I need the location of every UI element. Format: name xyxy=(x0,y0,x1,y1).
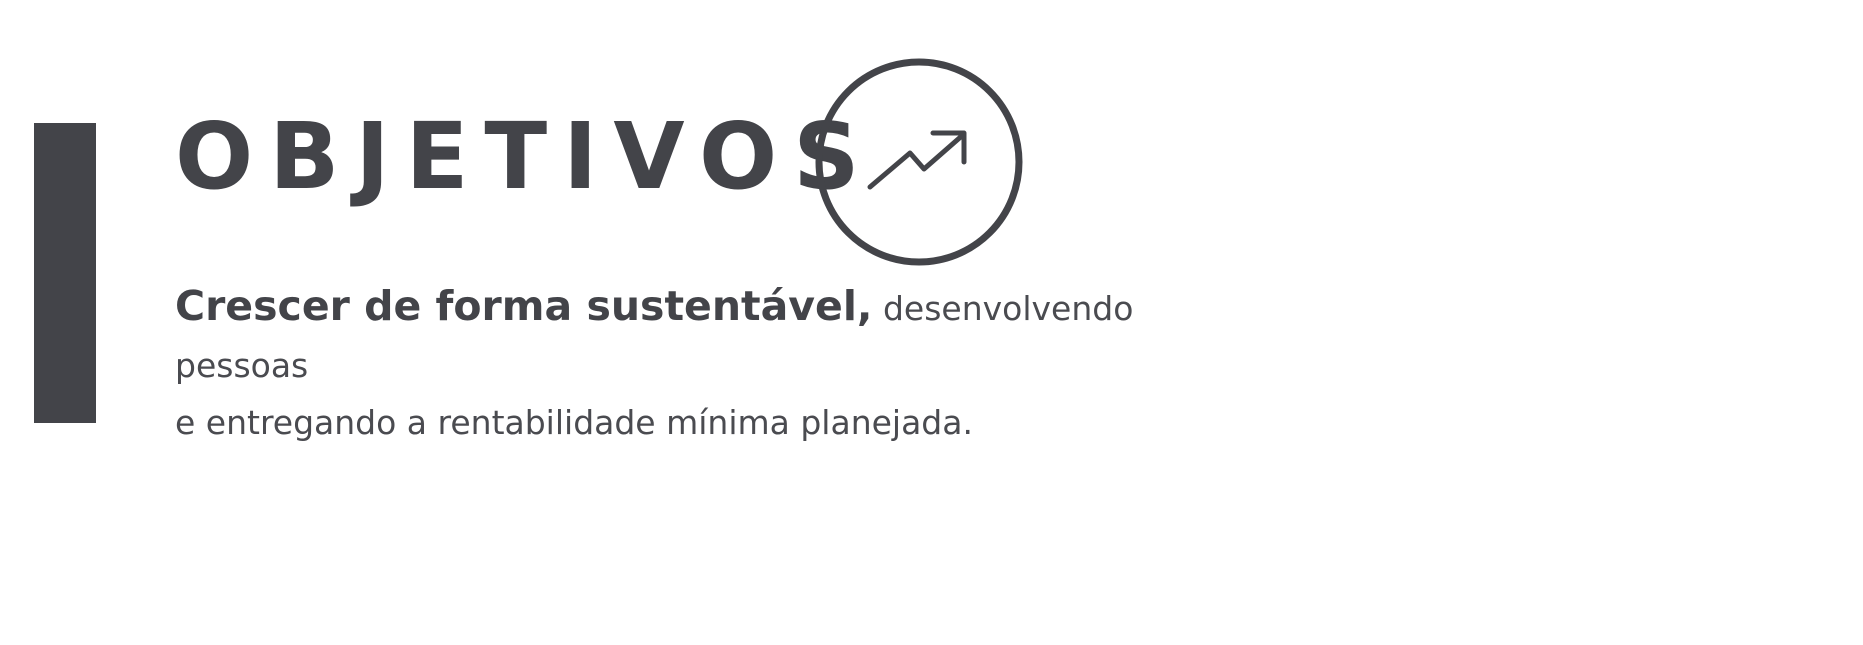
description-line2: e entregando a rentabilidade mínima plan… xyxy=(175,403,973,442)
description-lead: Crescer de forma sustentável, xyxy=(175,282,873,330)
trending-up-icon xyxy=(814,57,1024,267)
page-title: OBJETIVOS xyxy=(175,103,876,210)
accent-bar xyxy=(34,123,96,423)
description-text: Crescer de forma sustentável, desenvolve… xyxy=(175,278,1275,451)
